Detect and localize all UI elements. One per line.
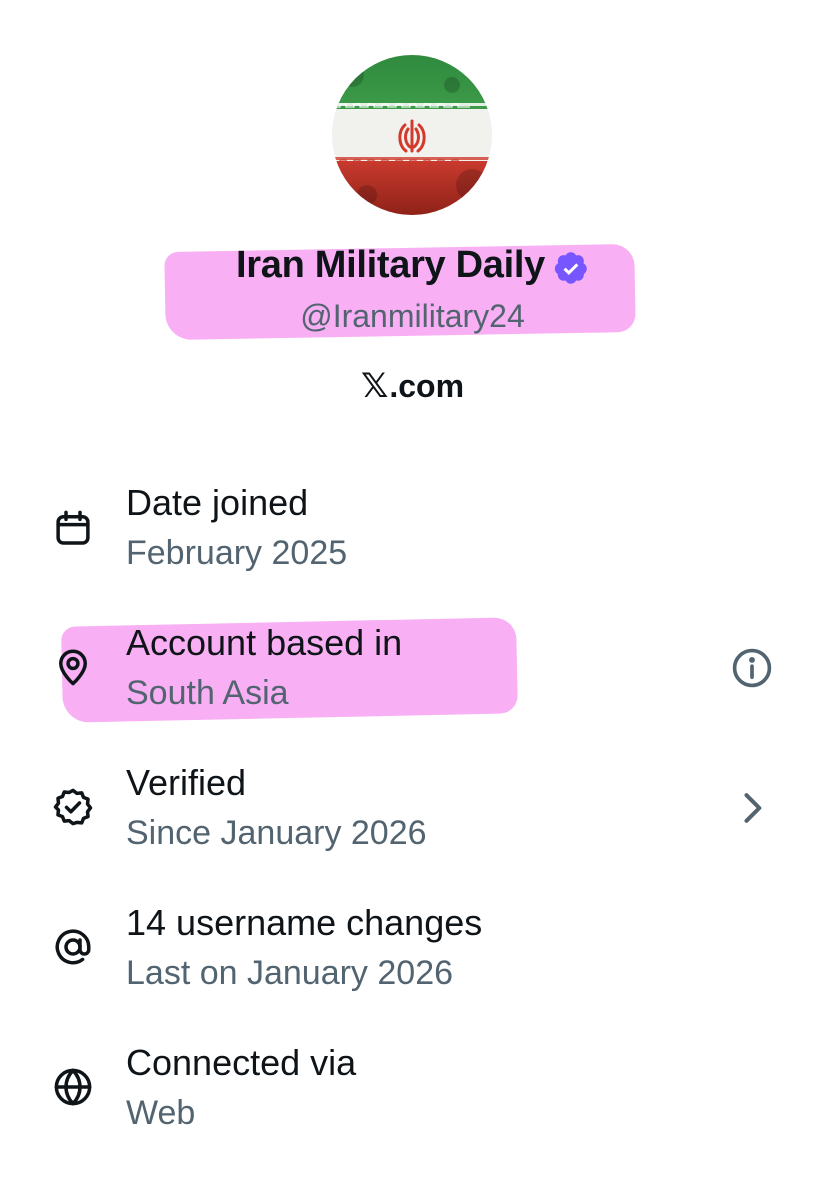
chevron-right-icon[interactable] — [730, 786, 774, 830]
info-title: Date joined — [126, 482, 309, 523]
info-title: Connected via — [126, 1042, 357, 1083]
account-info-page: Iran Military Daily @Iranmilitary24 𝕏 .c… — [0, 0, 825, 1200]
info-title: Verified — [126, 762, 247, 803]
display-name-row: Iran Military Daily — [0, 244, 825, 287]
site-label: 𝕏 .com — [0, 366, 825, 406]
at-sign-icon — [52, 926, 94, 968]
calendar-icon — [52, 508, 94, 550]
verified-badge-icon[interactable] — [553, 250, 589, 286]
display-name: Iran Military Daily — [236, 244, 545, 286]
info-item-date-joined: Date joined February 2025 — [0, 478, 825, 588]
info-subtitle: Since January 2026 — [126, 814, 427, 852]
info-subtitle: Web — [126, 1094, 196, 1132]
info-title: Account based in — [126, 622, 403, 663]
info-item-account-based-in[interactable]: Account based in South Asia — [0, 618, 825, 728]
location-pin-icon — [52, 646, 94, 688]
avatar[interactable] — [332, 55, 492, 215]
info-item-username-changes: 14 username changes Last on January 2026 — [0, 898, 825, 1008]
profile-handle[interactable]: @Iranmilitary24 — [0, 298, 825, 335]
info-subtitle: Last on January 2026 — [126, 954, 454, 992]
info-item-verified[interactable]: Verified Since January 2026 — [0, 758, 825, 868]
info-title: 14 username changes — [126, 902, 483, 943]
x-logo-icon: 𝕏 — [360, 367, 389, 405]
globe-icon — [52, 1066, 94, 1108]
verified-outline-icon — [52, 786, 94, 828]
info-subtitle: February 2025 — [126, 534, 348, 572]
iran-flag-icon — [332, 55, 492, 215]
info-subtitle: South Asia — [126, 674, 289, 712]
info-item-connected-via: Connected via Web — [0, 1038, 825, 1148]
site-label-text: .com — [389, 367, 465, 404]
info-circle-icon[interactable] — [730, 646, 774, 690]
